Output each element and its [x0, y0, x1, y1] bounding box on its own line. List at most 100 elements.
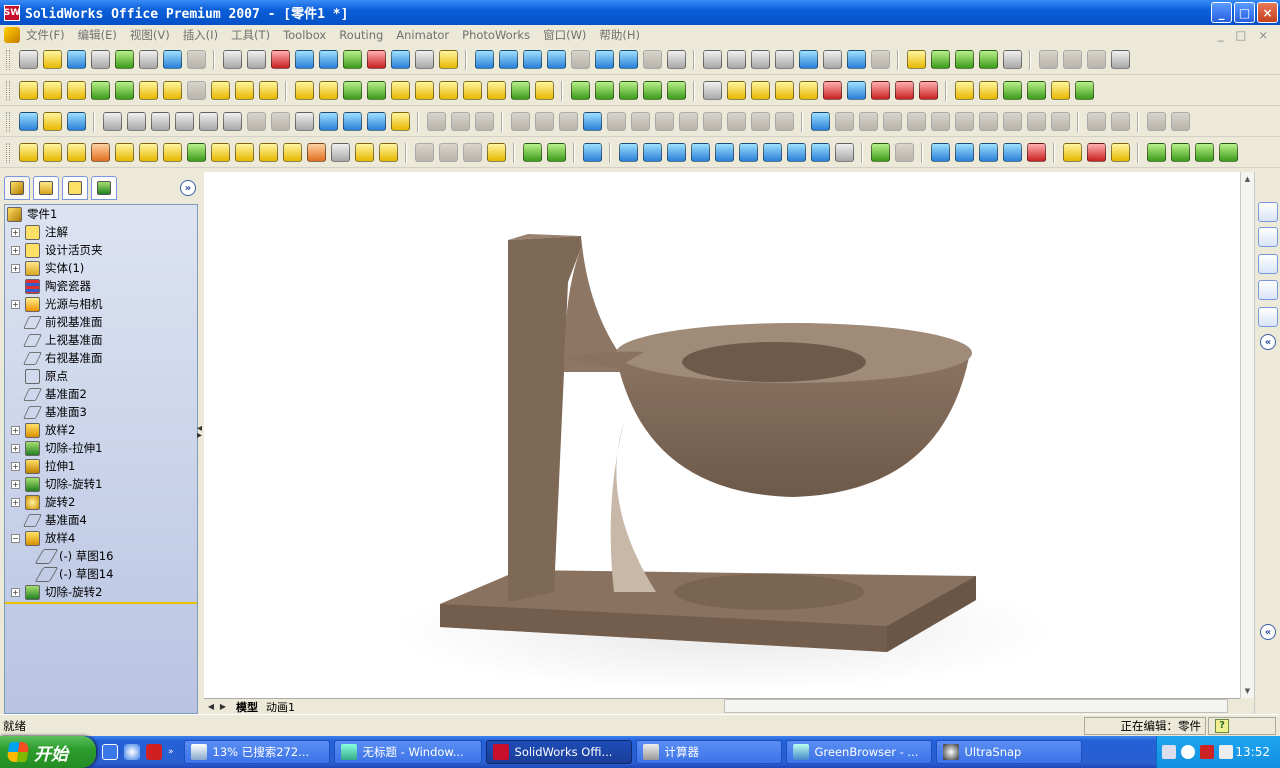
geometry-analysis-icon[interactable] — [822, 81, 842, 100]
horizontal-scrollbar[interactable] — [724, 699, 1228, 713]
photoworks-render-icon[interactable] — [930, 143, 950, 162]
tab-feature-manager[interactable] — [4, 176, 30, 200]
view-palette-icon[interactable] — [1258, 280, 1278, 300]
hidden-lines-removed-icon[interactable] — [750, 50, 770, 69]
toolbar-grip[interactable] — [6, 80, 10, 101]
view-back-icon[interactable] — [642, 143, 662, 162]
feature-tree-root[interactable]: 零件1 — [7, 205, 57, 223]
window-layout-icon[interactable] — [390, 50, 410, 69]
zoom-selection-icon[interactable] — [570, 50, 590, 69]
3d-sketch-box-icon[interactable] — [390, 112, 410, 131]
chain-dimension-icon[interactable] — [930, 112, 950, 131]
expand-toggle-icon[interactable]: + — [11, 263, 20, 273]
wireframe-icon[interactable] — [702, 50, 722, 69]
rebuild-traffic-light-icon[interactable] — [270, 50, 290, 69]
view-left-icon[interactable] — [666, 143, 686, 162]
shaded-with-edges-icon[interactable] — [774, 50, 794, 69]
shadows-in-shaded-mode-icon[interactable] — [822, 50, 842, 69]
save-icon[interactable] — [66, 50, 86, 69]
check-icon[interactable] — [798, 81, 818, 100]
render-last-area-icon[interactable] — [978, 143, 998, 162]
vertical-dimension-icon[interactable] — [906, 112, 926, 131]
view-orientation-icon[interactable] — [474, 50, 494, 69]
file-explorer-icon[interactable] — [1258, 254, 1278, 274]
flex-icon[interactable] — [366, 81, 386, 100]
shape-icon[interactable] — [318, 81, 338, 100]
solidworks-app-icon[interactable]: SW — [4, 4, 20, 21]
doc-close-button[interactable]: × — [1258, 28, 1268, 42]
undo-icon[interactable] — [162, 50, 182, 69]
render-area-icon[interactable] — [894, 143, 914, 162]
horizontal-dimension-icon[interactable] — [882, 112, 902, 131]
weldment-icon[interactable] — [1146, 112, 1166, 131]
extend-surface-icon[interactable] — [234, 143, 254, 162]
feature-tree-item[interactable]: + 注解 — [11, 223, 68, 241]
feature-tree-item[interactable]: + 切除-拉伸1 — [11, 439, 102, 457]
wrap-icon[interactable] — [390, 81, 410, 100]
feature-tree-item[interactable]: − 放样4 — [11, 529, 75, 547]
view-bottom-icon[interactable] — [738, 143, 758, 162]
extruded-surface-icon[interactable] — [18, 143, 38, 162]
feature-statistics-icon[interactable] — [918, 81, 938, 100]
copy-entities-icon[interactable] — [678, 112, 698, 131]
decal-icon[interactable] — [1170, 143, 1190, 162]
feature-tree-item[interactable]: 基准面4 — [11, 511, 87, 529]
pan-icon[interactable] — [618, 50, 638, 69]
sheet-metal-flatten-icon[interactable] — [1110, 50, 1130, 69]
shell-icon[interactable] — [210, 81, 230, 100]
view-right-icon[interactable] — [690, 143, 710, 162]
offset-surface-icon[interactable] — [138, 143, 158, 162]
view-isometric-icon[interactable] — [762, 143, 782, 162]
design-library-icon[interactable] — [1258, 227, 1278, 247]
lighting-icon[interactable] — [1146, 143, 1166, 162]
3d-sketch-plane-icon[interactable] — [66, 112, 86, 131]
title-bar[interactable]: SW SolidWorks Office Premium 2007 - [零件1… — [0, 0, 1280, 25]
solidworks-resources-icon[interactable] — [1258, 202, 1278, 222]
start-button[interactable]: 开始 — [0, 736, 96, 768]
menu-window[interactable]: 窗口(W) — [543, 27, 586, 43]
minimize-button[interactable]: _ — [1211, 2, 1232, 23]
structural-member-icon[interactable] — [1170, 112, 1190, 131]
reference-axis-icon[interactable] — [930, 50, 950, 69]
centerline-icon[interactable] — [294, 112, 314, 131]
feature-tree-item[interactable]: + 实体(1) — [11, 259, 84, 277]
spline-icon[interactable] — [318, 112, 338, 131]
rectangle-icon[interactable] — [126, 112, 146, 131]
expand-toggle-icon[interactable]: + — [11, 245, 20, 255]
ellipse-icon[interactable] — [750, 112, 770, 131]
network-icon[interactable] — [1219, 745, 1233, 759]
boundary-surface-icon[interactable] — [114, 143, 134, 162]
convert-entities-icon[interactable] — [1050, 81, 1070, 100]
planar-surface-icon[interactable] — [162, 143, 182, 162]
add-relation-icon[interactable] — [1002, 112, 1022, 131]
panel-splitter-handle[interactable]: ◂ ▸ — [197, 420, 203, 444]
tab-photoworks-manager[interactable] — [91, 176, 117, 200]
curves-dropdown-icon[interactable] — [522, 143, 542, 162]
fillet-icon[interactable] — [138, 81, 158, 100]
previous-view-icon[interactable] — [666, 50, 686, 69]
redo-icon[interactable] — [186, 50, 206, 69]
circular-sketch-pattern-icon[interactable] — [726, 112, 746, 131]
radiate-surface-icon[interactable] — [378, 143, 398, 162]
feature-tree-item[interactable]: + 旋转2 — [11, 493, 75, 511]
extruded-boss-icon[interactable] — [18, 81, 38, 100]
scale-entities-icon[interactable] — [654, 112, 674, 131]
replace-face-icon[interactable] — [414, 143, 434, 162]
ordinate-dimension-icon[interactable] — [858, 112, 878, 131]
revolved-boss-icon[interactable] — [42, 81, 62, 100]
feature-tree-item[interactable]: + 光源与相机 — [11, 295, 103, 313]
tab-configuration-manager[interactable] — [62, 176, 88, 200]
view-front-icon[interactable] — [618, 143, 638, 162]
rotate-entities-icon[interactable] — [630, 112, 650, 131]
clock[interactable]: 13:52 — [1235, 745, 1270, 759]
solidworks-logo-icon[interactable] — [4, 27, 20, 43]
sketch-chamfer-icon[interactable] — [270, 112, 290, 131]
quick-tips-help-icon[interactable]: ? — [1215, 718, 1229, 733]
feature-tree-item[interactable]: + 放样2 — [11, 421, 75, 439]
rotate-view-icon[interactable] — [594, 50, 614, 69]
knit-solid-icon[interactable] — [486, 143, 506, 162]
normal-to-icon[interactable] — [834, 143, 854, 162]
expand-panel-button[interactable]: » — [180, 180, 196, 196]
make-drawing-icon[interactable] — [114, 50, 134, 69]
move-entities-icon[interactable] — [606, 112, 626, 131]
